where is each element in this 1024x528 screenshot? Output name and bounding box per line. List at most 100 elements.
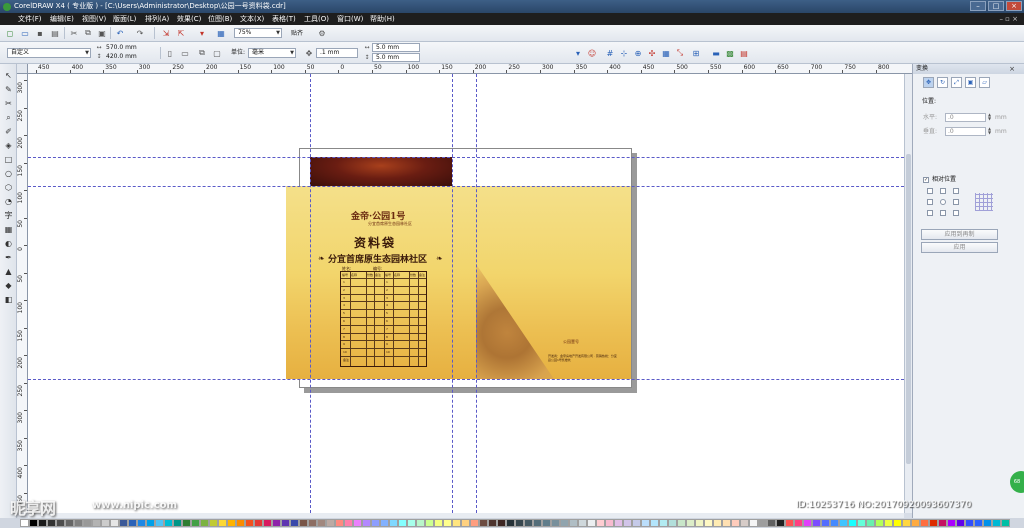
menu-table[interactable]: 表格(T)	[272, 13, 296, 25]
envelope-subtitle[interactable]: 分宜首席原生态园林社区	[328, 252, 427, 265]
application-launcher-icon[interactable]: ▾	[196, 27, 208, 39]
menu-effects[interactable]: 效果(C)	[177, 13, 201, 25]
dynamic-guides-icon[interactable]: ✣	[646, 47, 658, 59]
color-swatch[interactable]	[866, 519, 875, 527]
color-swatch[interactable]	[191, 519, 200, 527]
coreldraw-app-icon[interactable]	[3, 3, 11, 11]
paste-icon[interactable]: ▣	[96, 27, 108, 39]
anchor-bottom-right[interactable]	[953, 210, 959, 216]
transform-icon[interactable]: ⤡	[674, 47, 686, 59]
portrait-icon[interactable]: ▯	[164, 47, 176, 59]
color-swatch[interactable]	[407, 519, 416, 527]
redo-icon[interactable]: ↷	[134, 27, 146, 39]
horizontal-guideline[interactable]	[28, 379, 904, 380]
color-swatch[interactable]	[452, 519, 461, 527]
color-swatch[interactable]	[524, 519, 533, 527]
color-swatch[interactable]	[245, 519, 254, 527]
nudge-distance-input[interactable]: .1 mm	[316, 48, 358, 58]
color-swatch[interactable]	[398, 519, 407, 527]
color-swatch[interactable]	[182, 519, 191, 527]
color-swatch[interactable]	[713, 519, 722, 527]
color-swatch[interactable]	[632, 519, 641, 527]
color-swatch[interactable]	[110, 519, 119, 527]
snap-to-label[interactable]: 贴齐	[291, 30, 303, 38]
color-swatch[interactable]	[317, 519, 326, 527]
document-list-table[interactable]: 编号 名称 份数 备注 编号 名称 份数 备注 1 2 3 4 5 6 7 8 9 10 1 2 3 4 5 6 7 8 9 10 备注	[340, 271, 427, 367]
color-swatch[interactable]	[704, 519, 713, 527]
menu-bitmaps[interactable]: 位图(B)	[208, 13, 232, 25]
color-swatch[interactable]	[263, 519, 272, 527]
snap-grid-icon[interactable]: #	[604, 47, 616, 59]
color-swatch[interactable]	[29, 519, 38, 527]
close-button[interactable]: ×	[1006, 1, 1022, 11]
color-swatch[interactable]	[947, 519, 956, 527]
color-swatch[interactable]	[1001, 519, 1010, 527]
color-swatch[interactable]	[299, 519, 308, 527]
save-icon[interactable]: ▪	[34, 27, 46, 39]
color-swatch[interactable]	[344, 519, 353, 527]
color-swatch[interactable]	[83, 519, 92, 527]
options-icon[interactable]: ⚙	[316, 27, 328, 39]
window-layout-icon[interactable]: ⊞	[690, 47, 702, 59]
color-swatch[interactable]	[65, 519, 74, 527]
color-swatch[interactable]	[884, 519, 893, 527]
color-swatch[interactable]	[362, 519, 371, 527]
color-swatch[interactable]	[569, 519, 578, 527]
color-swatch[interactable]	[740, 519, 749, 527]
color-swatch[interactable]	[605, 519, 614, 527]
apply-to-duplicate-button[interactable]: 应用到再制	[921, 229, 998, 240]
color-swatch[interactable]	[857, 519, 866, 527]
new-document-icon[interactable]: ◻	[4, 27, 16, 39]
color-swatch[interactable]	[353, 519, 362, 527]
color-swatch[interactable]	[506, 519, 515, 527]
drawing-canvas[interactable]: 金帝·公园1号 分宜首席原生态园林社区 资料袋 ❧ 分宜首席原生态园林社区 ❧ …	[28, 74, 904, 513]
zoom-tool-icon[interactable]: ⌕	[3, 112, 14, 123]
apply-button[interactable]: 应用	[921, 242, 998, 253]
current-page-icon[interactable]: ▢	[211, 47, 223, 59]
color-swatch[interactable]	[821, 519, 830, 527]
color-swatch[interactable]	[137, 519, 146, 527]
snap-guidelines-icon[interactable]: ⊹	[618, 47, 630, 59]
color-swatch[interactable]	[974, 519, 983, 527]
color-swatch[interactable]	[623, 519, 632, 527]
vertical-guideline[interactable]	[452, 74, 453, 513]
menu-file[interactable]: 文件(F)	[18, 13, 42, 25]
color-swatch[interactable]	[659, 519, 668, 527]
color-swatch[interactable]	[281, 519, 290, 527]
anchor-middle-left[interactable]	[927, 199, 933, 205]
vertical-spinner-icon[interactable]: ▲ ▼	[987, 127, 992, 136]
menu-help[interactable]: 帮助(H)	[370, 13, 395, 25]
paper-preset-select[interactable]: 自定义 ▼	[7, 48, 91, 58]
color-swatch[interactable]	[425, 519, 434, 527]
horizontal-input[interactable]: .0	[945, 113, 986, 122]
export-icon[interactable]: ⇱	[175, 27, 187, 39]
anchor-top-right[interactable]	[953, 188, 959, 194]
color-swatch[interactable]	[794, 519, 803, 527]
color-swatch[interactable]	[92, 519, 101, 527]
color-swatch[interactable]	[641, 519, 650, 527]
interactive-fill-icon[interactable]: ◧	[3, 294, 14, 305]
menu-arrange[interactable]: 排列(A)	[145, 13, 169, 25]
import-icon[interactable]: ⇲	[160, 27, 172, 39]
qq-icon[interactable]: ☺	[586, 47, 598, 59]
color-swatch[interactable]	[101, 519, 110, 527]
color-swatch[interactable]	[830, 519, 839, 527]
color-swatch[interactable]	[596, 519, 605, 527]
color-swatch[interactable]	[848, 519, 857, 527]
menu-layout[interactable]: 版面(L)	[113, 13, 136, 25]
toolbar-settings-icon[interactable]: ▬	[710, 47, 722, 59]
all-pages-icon[interactable]: ⧉	[196, 47, 208, 59]
treat-as-filled-icon[interactable]: ▾	[572, 47, 584, 59]
duplicate-y-input[interactable]: 5.0 mm	[372, 53, 420, 62]
envelope-top-band[interactable]	[310, 157, 452, 186]
open-icon[interactable]: ▭	[19, 27, 31, 39]
color-swatch[interactable]	[335, 519, 344, 527]
menu-view[interactable]: 视图(V)	[82, 13, 106, 25]
print-icon[interactable]: ▤	[49, 27, 61, 39]
color-swatch[interactable]	[47, 519, 56, 527]
pick-tool-icon[interactable]: ↖	[3, 70, 14, 81]
welcome-screen-icon[interactable]: ▦	[215, 27, 227, 39]
ellipse-tool-icon[interactable]: ○	[3, 168, 14, 179]
color-swatch[interactable]	[839, 519, 848, 527]
color-swatch[interactable]	[767, 519, 776, 527]
